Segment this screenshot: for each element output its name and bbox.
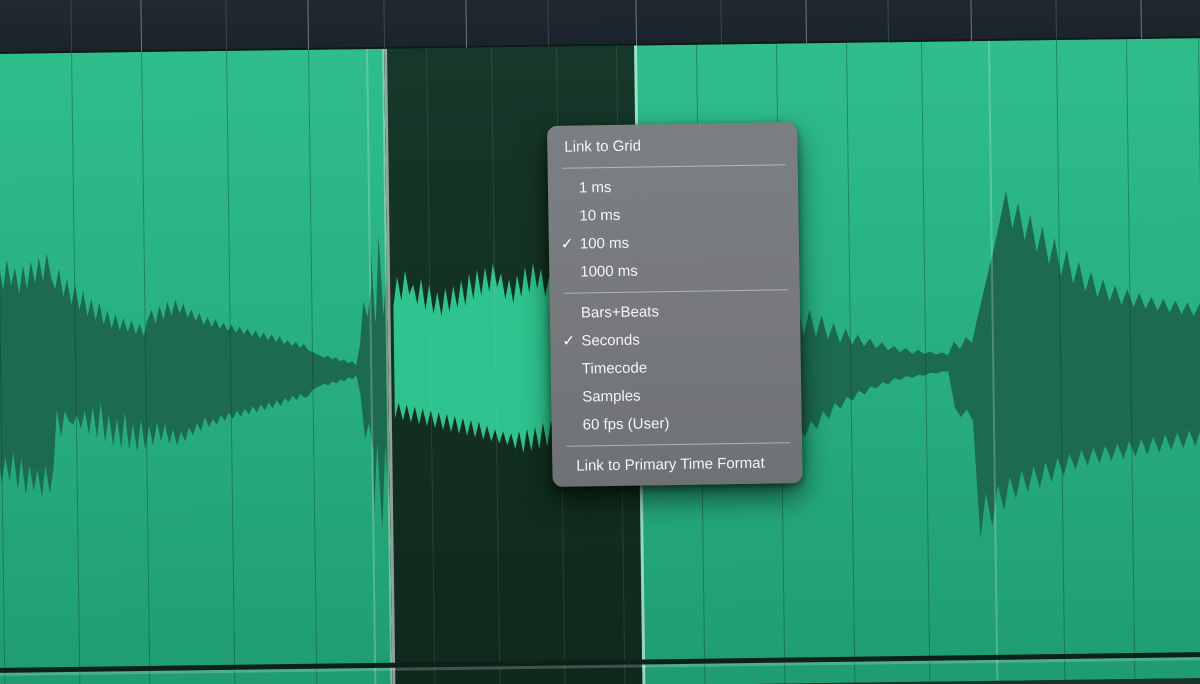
ruler-tick: [382, 0, 386, 49]
ruler-tick: [464, 0, 468, 48]
ruler-tick: [886, 0, 889, 43]
ruler-tick: [546, 0, 550, 47]
menu-item-label: Seconds: [581, 331, 640, 350]
menu-item-label: 1000 ms: [580, 262, 638, 281]
menu-item-1000ms[interactable]: 1000 ms: [549, 255, 799, 287]
menu-item-100ms[interactable]: ✓ 100 ms: [549, 227, 799, 259]
menu-header-label: Link to Grid: [564, 137, 642, 156]
menu-item-label: 100 ms: [579, 234, 630, 253]
ruler-tick: [69, 0, 73, 53]
menu-item-bars-beats[interactable]: Bars+Beats: [550, 296, 800, 328]
menu-item-1ms[interactable]: 1 ms: [548, 171, 798, 203]
menu-item-label: 10 ms: [579, 206, 621, 225]
menu-item-label: Samples: [582, 387, 641, 406]
ruler-tick: [224, 0, 228, 51]
menu-item-seconds[interactable]: ✓ Seconds: [550, 324, 800, 356]
ruler-tick: [969, 0, 972, 42]
menu-separator: [566, 442, 791, 447]
ruler-tick: [804, 0, 808, 44]
ruler-tick: [1054, 0, 1057, 41]
menu-header-link-to-grid[interactable]: Link to Grid: [547, 130, 797, 162]
menu-item-label: 1 ms: [578, 178, 612, 197]
menu-item-label: Bars+Beats: [580, 303, 660, 322]
audio-clip-a[interactable]: [0, 48, 393, 684]
menu-item-timecode[interactable]: Timecode: [551, 352, 801, 384]
checkmark-icon: ✓: [562, 332, 576, 350]
screen: Link to Grid 1 ms 10 ms ✓ 100 ms 1000 ms…: [0, 0, 1200, 684]
menu-item-60fps-user[interactable]: 60 fps (User): [551, 408, 801, 440]
menu-separator: [563, 289, 788, 294]
context-menu[interactable]: Link to Grid 1 ms 10 ms ✓ 100 ms 1000 ms…: [547, 122, 803, 487]
ruler-tick: [306, 0, 310, 50]
ruler-tick: [139, 0, 143, 52]
menu-item-samples[interactable]: Samples: [551, 380, 801, 412]
menu-separator: [561, 164, 786, 169]
ruler-tick: [634, 0, 638, 46]
ruler-tick: [1139, 0, 1142, 39]
checkmark-icon: ✓: [560, 235, 574, 253]
waveform-clip-a: [0, 234, 391, 531]
menu-item-10ms[interactable]: 10 ms: [548, 199, 798, 231]
ruler-tick: [719, 0, 723, 45]
menu-item-label: 60 fps (User): [582, 415, 670, 434]
menu-item-label: Timecode: [581, 359, 648, 378]
menu-footer-label: Link to Primary Time Format: [576, 454, 765, 475]
menu-item-link-to-primary-time-format[interactable]: Link to Primary Time Format: [552, 449, 802, 481]
